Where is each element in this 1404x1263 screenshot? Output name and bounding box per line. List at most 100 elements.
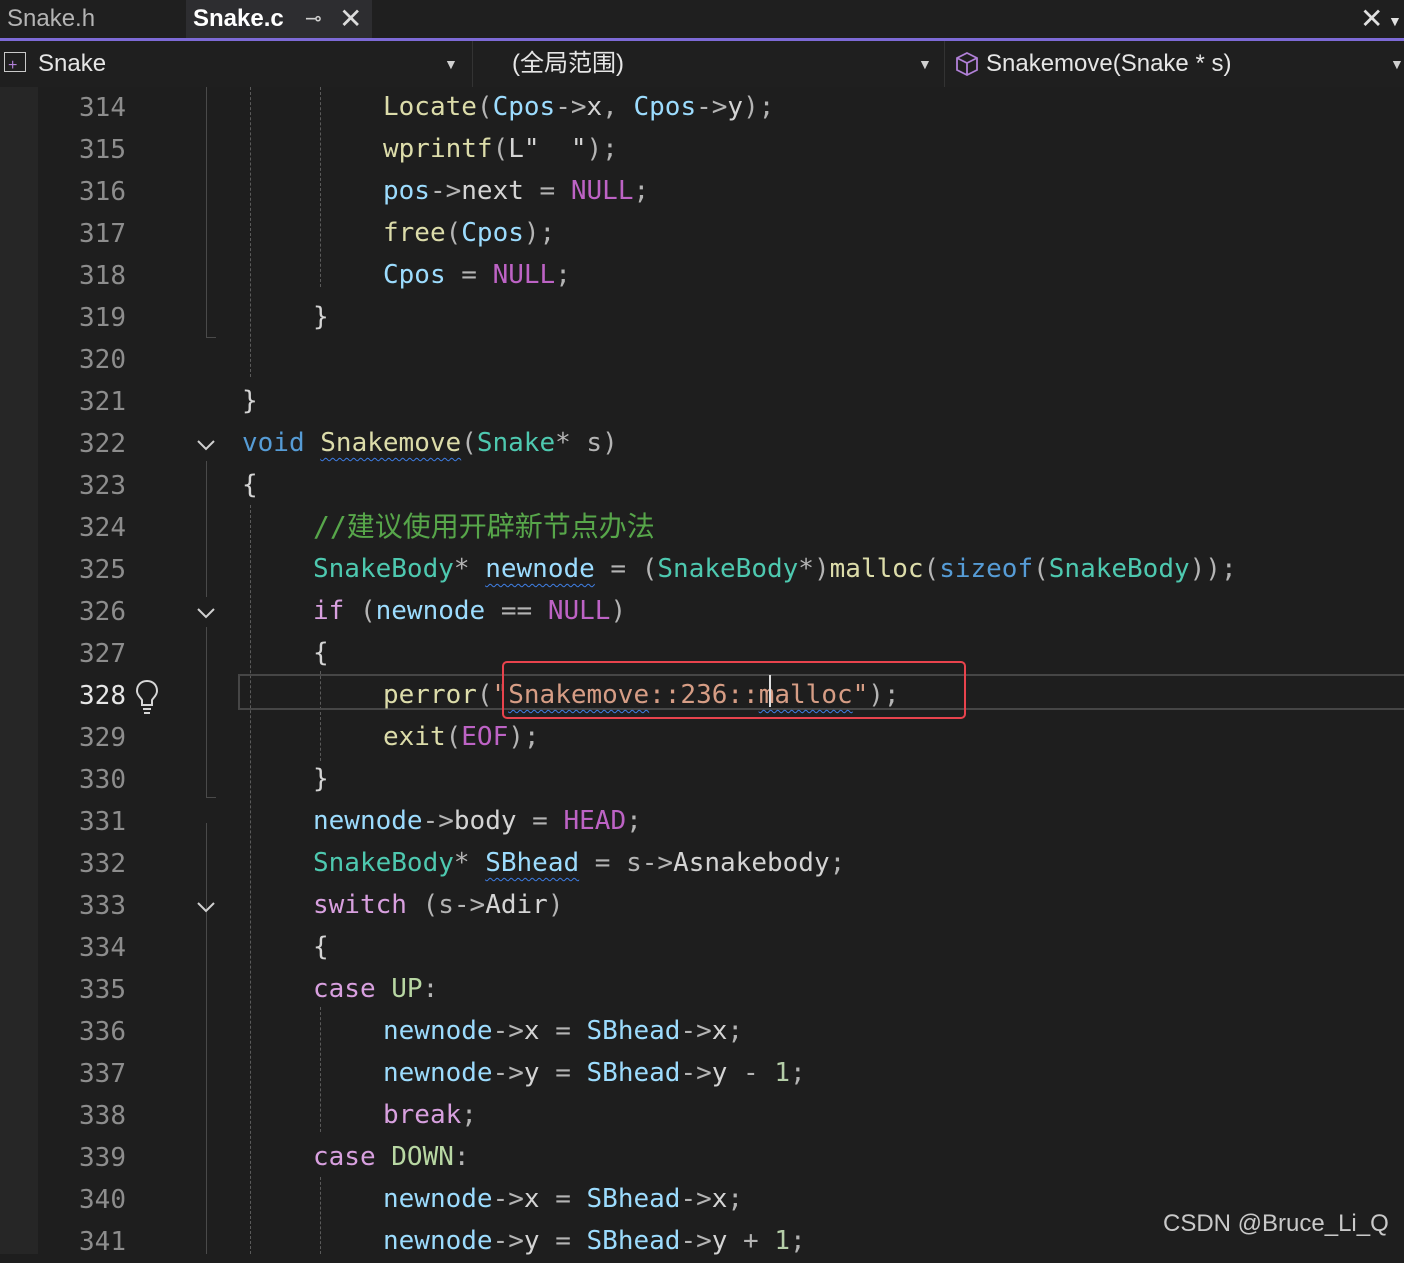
line-number: 326 <box>79 597 126 627</box>
code-text: Locate(Cpos->x, Cpos->y); <box>383 92 775 122</box>
code-line: 329 exit(EOF); <box>0 717 1404 759</box>
line-number: 334 <box>79 933 126 963</box>
code-text: case DOWN: <box>313 1142 470 1172</box>
code-line: 322 void Snakemove(Snake* s) <box>0 423 1404 465</box>
line-number: 341 <box>79 1227 126 1257</box>
code-text: } <box>313 302 329 332</box>
code-line: 338 break; <box>0 1095 1404 1137</box>
code-text: Cpos = NULL; <box>383 260 571 290</box>
code-text: switch (s->Adir) <box>313 890 564 920</box>
chevron-down-icon: ▼ <box>1390 56 1404 72</box>
scope-dropdown[interactable]: (全局范围) ▼ <box>474 41 940 87</box>
project-icon <box>4 43 26 89</box>
line-number: 321 <box>79 387 126 417</box>
project-label: Snake <box>38 50 107 77</box>
member-label: Snakemove(Snake * s) <box>986 50 1232 77</box>
code-text: SnakeBody* SBhead = s->Asnakebody; <box>313 848 846 878</box>
code-line: 339 case DOWN: <box>0 1137 1404 1179</box>
line-number: 316 <box>79 177 126 207</box>
member-dropdown[interactable]: Snakemove(Snake * s) ▼ <box>946 41 1404 87</box>
line-number: 325 <box>79 555 126 585</box>
code-line: 326 if (newnode == NULL) <box>0 591 1404 633</box>
code-line: 330 } <box>0 759 1404 801</box>
code-line: 332 SnakeBody* SBhead = s->Asnakebody; <box>0 843 1404 885</box>
line-number: 328 <box>79 681 126 711</box>
line-number: 332 <box>79 849 126 879</box>
close-all-icon[interactable]: ✕ <box>1360 2 1383 36</box>
code-line: 336 newnode->x = SBhead->x; <box>0 1011 1404 1053</box>
line-number: 333 <box>79 891 126 921</box>
line-number: 318 <box>79 261 126 291</box>
code-line: 325 SnakeBody* newnode = (SnakeBody*)mal… <box>0 549 1404 591</box>
code-text: newnode->y = SBhead->y - 1; <box>383 1058 806 1088</box>
code-line: 318 Cpos = NULL; <box>0 255 1404 297</box>
chevron-down-icon[interactable] <box>194 591 218 633</box>
code-line: 324 //建议使用开辟新节点办法 <box>0 507 1404 549</box>
line-number: 324 <box>79 513 126 543</box>
code-text: } <box>242 386 258 416</box>
project-dropdown[interactable]: Snake ▼ <box>0 41 464 89</box>
code-line: 319 } <box>0 297 1404 339</box>
line-number: 337 <box>79 1059 126 1089</box>
line-number: 339 <box>79 1143 126 1173</box>
line-number: 322 <box>79 429 126 459</box>
code-line: 337 newnode->y = SBhead->y - 1; <box>0 1053 1404 1095</box>
code-text: { <box>313 638 329 668</box>
line-number: 335 <box>79 975 126 1005</box>
line-number: 327 <box>79 639 126 669</box>
code-line: 320 <box>0 339 1404 381</box>
code-text: break; <box>383 1100 477 1130</box>
code-text: { <box>313 932 329 962</box>
line-number: 329 <box>79 723 126 753</box>
code-line: 314 Locate(Cpos->x, Cpos->y); <box>0 87 1404 129</box>
line-number: 336 <box>79 1017 126 1047</box>
code-line: 321 } <box>0 381 1404 423</box>
code-line: 333 switch (s->Adir) <box>0 885 1404 927</box>
line-number: 323 <box>79 471 126 501</box>
code-text: newnode->x = SBhead->x; <box>383 1184 744 1214</box>
code-text: SnakeBody* newnode = (SnakeBody*)malloc(… <box>313 554 1237 584</box>
code-text: void Snakemove(Snake* s) <box>242 428 618 458</box>
highlight-box <box>502 661 966 719</box>
code-text: pos->next = NULL; <box>383 176 650 206</box>
code-editor[interactable]: 314 Locate(Cpos->x, Cpos->y); 315 wprint… <box>0 87 1404 1257</box>
code-line: 334 { <box>0 927 1404 969</box>
chevron-down-icon: ▼ <box>444 56 458 72</box>
close-icon[interactable]: ✕ <box>339 0 362 38</box>
tab-snake-h[interactable]: Snake.h <box>0 0 184 38</box>
code-text: newnode->y = SBhead->y + 1; <box>383 1226 806 1256</box>
text-cursor <box>769 675 771 707</box>
code-text: newnode->x = SBhead->x; <box>383 1016 744 1046</box>
code-text: free(Cpos); <box>383 218 556 248</box>
line-number: 331 <box>79 807 126 837</box>
line-number: 315 <box>79 135 126 165</box>
tab-strip: Snake.h Snake.c ⊸ ✕ ✕ ▼ <box>0 0 1404 41</box>
line-number: 314 <box>79 93 126 123</box>
line-number: 320 <box>79 345 126 375</box>
tab-snake-c[interactable]: Snake.c ⊸ ✕ <box>186 0 372 38</box>
chevron-down-icon[interactable] <box>194 885 218 927</box>
cube-icon <box>956 51 978 77</box>
tab-label: Snake.c <box>193 5 284 32</box>
chevron-down-icon[interactable] <box>194 423 218 465</box>
code-line: 315 wprintf(L" "); <box>0 129 1404 171</box>
navigation-bar: Snake ▼ (全局范围) ▼ Snakemove(Snake * s) ▼ <box>0 41 1404 89</box>
chevron-down-icon[interactable]: ▼ <box>1388 2 1402 40</box>
scope-label: (全局范围) <box>512 50 624 77</box>
line-number: 319 <box>79 303 126 333</box>
code-text: if (newnode == NULL) <box>313 596 627 626</box>
line-number: 340 <box>79 1185 126 1215</box>
lightbulb-icon[interactable] <box>132 675 162 717</box>
code-line: 331 newnode->body = HEAD; <box>0 801 1404 843</box>
tab-label: Snake.h <box>7 5 96 32</box>
code-text: wprintf(L" "); <box>383 134 618 164</box>
code-line: 323 { <box>0 465 1404 507</box>
code-text: exit(EOF); <box>383 722 540 752</box>
pin-icon[interactable]: ⊸ <box>305 0 322 38</box>
code-line: 317 free(Cpos); <box>0 213 1404 255</box>
code-text: newnode->body = HEAD; <box>313 806 642 836</box>
line-number: 317 <box>79 219 126 249</box>
code-line: 335 case UP: <box>0 969 1404 1011</box>
code-text: } <box>313 764 329 794</box>
code-line: 316 pos->next = NULL; <box>0 171 1404 213</box>
